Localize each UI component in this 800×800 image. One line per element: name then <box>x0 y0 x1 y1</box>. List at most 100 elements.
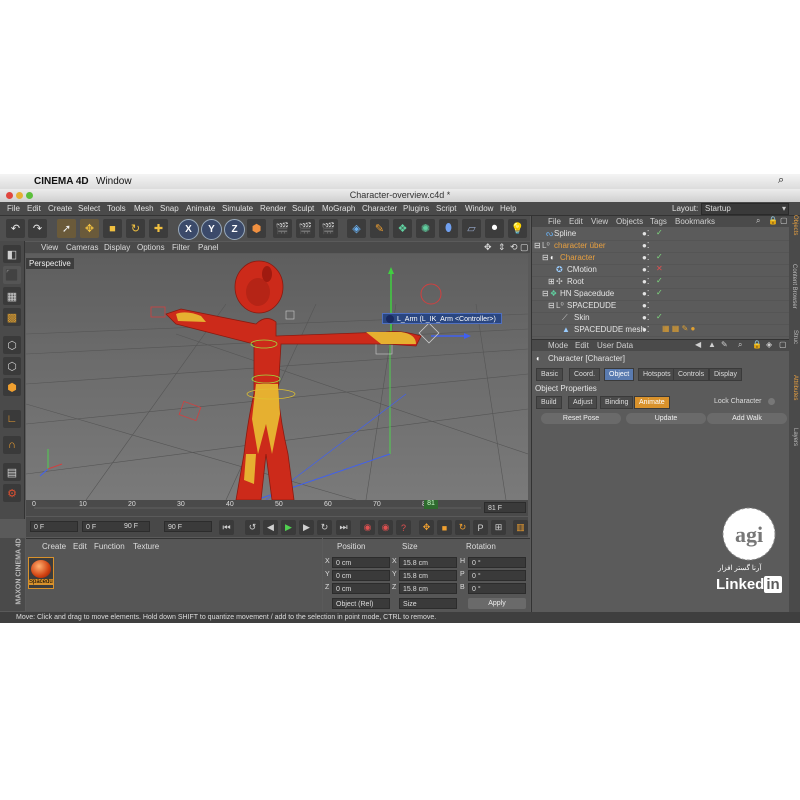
update-button[interactable]: Update <box>626 413 706 424</box>
back-arrow-icon[interactable]: ◀ <box>695 340 701 349</box>
vp-menu-view[interactable]: View <box>41 243 58 252</box>
zoom-icon[interactable] <box>26 192 33 199</box>
visibility-dots[interactable]: ●⁚ <box>642 277 649 286</box>
scale-icon[interactable]: ■ <box>103 219 122 238</box>
menu-mesh[interactable]: Mesh <box>134 204 154 213</box>
layout-select[interactable]: Startup ▾ <box>701 203 789 215</box>
menu-create[interactable]: Create <box>48 204 72 213</box>
snap-icon[interactable]: ∩ <box>3 436 21 454</box>
expand-icon[interactable]: ▢ <box>780 216 788 225</box>
tab-controls[interactable]: Controls <box>673 368 710 381</box>
cube-icon[interactable]: ◈ <box>347 219 366 238</box>
rot-p-field[interactable]: 0 ° <box>468 570 526 581</box>
current-frame-field[interactable]: 81 F <box>484 502 526 513</box>
light-icon[interactable]: 💡 <box>508 219 527 238</box>
menu-animate[interactable]: Animate <box>186 204 215 213</box>
size-y-field[interactable]: 15.8 cm <box>399 570 457 581</box>
expand-icon[interactable]: ▢ <box>779 340 787 349</box>
array-icon[interactable]: ✺ <box>416 219 435 238</box>
search-icon[interactable]: ⌕ <box>756 216 760 226</box>
window-menu[interactable]: Window <box>96 176 132 187</box>
material-swatch[interactable]: Spacedu <box>28 557 54 589</box>
collapse-icon[interactable]: ⊟ <box>542 289 549 298</box>
go-to-end-icon[interactable]: ⏭ <box>336 520 351 535</box>
visibility-dots[interactable]: ●⁚ <box>642 265 649 274</box>
pan-view-icon[interactable]: ✥ <box>484 242 492 253</box>
menu-script[interactable]: Script <box>436 204 456 213</box>
tab-basic[interactable]: Basic <box>536 368 564 381</box>
subtab-adjust[interactable]: Adjust <box>568 396 598 409</box>
key-scale-icon[interactable]: ■ <box>437 520 452 535</box>
collapse-icon[interactable]: ⊟ <box>534 241 541 250</box>
play-icon[interactable]: ▶ <box>281 520 296 535</box>
points-mode-icon[interactable]: ⬡ <box>3 336 21 354</box>
key-rotation-icon[interactable]: ↻ <box>455 520 470 535</box>
vp-menu-filter[interactable]: Filter <box>172 243 190 252</box>
attr-menu-user-data[interactable]: User Data <box>597 341 633 350</box>
menu-snap[interactable]: Snap <box>160 204 179 213</box>
record-icon[interactable]: ◉ <box>360 520 375 535</box>
go-to-prev-key-icon[interactable]: ↺ <box>245 520 260 535</box>
attr-menu-mode[interactable]: Mode <box>548 341 568 350</box>
tweak-icon[interactable]: ⚙ <box>3 484 21 502</box>
vp-menu-options[interactable]: Options <box>137 243 165 252</box>
rot-h-field[interactable]: 0 ° <box>468 557 526 568</box>
mat-menu-edit[interactable]: Edit <box>73 542 87 551</box>
tab-hotspots[interactable]: Hotspots <box>638 368 676 381</box>
tab-coord[interactable]: Coord. <box>569 368 601 381</box>
subdivision-icon[interactable]: ❖ <box>393 219 412 238</box>
sidetab-content-browser[interactable]: Content Browser <box>791 264 797 334</box>
keyframe-selection-icon[interactable]: ? <box>396 520 411 535</box>
model-mode-icon[interactable]: ⬛ <box>3 266 21 284</box>
workplane-icon[interactable]: ▩ <box>3 308 21 326</box>
menu-plugins[interactable]: Plugins <box>403 204 429 213</box>
visibility-dots[interactable]: ●⁚ <box>642 241 649 250</box>
obj-menu-bookmarks[interactable]: Bookmarks <box>675 217 715 226</box>
up-arrow-icon[interactable]: ▲ <box>708 340 716 349</box>
prev-frame-icon[interactable]: ◀ <box>263 520 278 535</box>
coordinate-system-icon[interactable]: ⬢ <box>247 219 266 238</box>
maximize-view-icon[interactable]: ▢ <box>520 242 529 253</box>
search-icon[interactable]: ⌕ <box>738 340 742 350</box>
menu-character[interactable]: Character <box>362 204 397 213</box>
visibility-dots[interactable]: ●⁚ <box>642 313 649 322</box>
sidetab-attributes[interactable]: Attributes <box>792 375 798 423</box>
rot-b-field[interactable]: 0 ° <box>468 583 526 594</box>
key-parameter-icon[interactable]: P <box>473 520 488 535</box>
playhead[interactable]: 81 <box>424 500 438 509</box>
add-walk-button[interactable]: Add Walk <box>707 413 787 424</box>
apply-button[interactable]: Apply <box>468 598 526 609</box>
size-mode-select[interactable]: Size <box>399 598 457 609</box>
live-selection-icon[interactable]: ➚ <box>57 219 76 238</box>
polygons-mode-icon[interactable]: ⬢ <box>3 378 21 396</box>
lock-icon[interactable]: 🔒 <box>768 216 778 225</box>
visibility-dots[interactable]: ●⁚ <box>642 289 649 298</box>
menu-simulate[interactable]: Simulate <box>222 204 253 213</box>
camera-icon[interactable]: ⏺ <box>485 219 504 238</box>
mat-menu-texture[interactable]: Texture <box>133 542 159 551</box>
workplane-grid-icon[interactable]: ▤ <box>3 463 21 481</box>
new-window-icon[interactable]: ◈ <box>766 340 772 349</box>
next-frame-icon[interactable]: ▶ <box>299 520 314 535</box>
render-view-icon[interactable]: 🎬 <box>273 219 292 238</box>
pos-z-field[interactable]: 0 cm <box>332 583 390 594</box>
object-row[interactable]: ▲ SPACEDUDE mesh ●⁚ ▦ ▦ ✎ ● <box>532 324 790 337</box>
enabled-check-icon[interactable]: ✓ <box>656 276 663 285</box>
menu-sculpt[interactable]: Sculpt <box>292 204 314 213</box>
tab-display[interactable]: Display <box>709 368 742 381</box>
menu-tools[interactable]: Tools <box>107 204 126 213</box>
timeline-ruler[interactable]: 0 10 20 30 40 50 60 70 80 81 81 F <box>26 500 528 516</box>
enabled-check-icon[interactable]: ✓ <box>656 288 663 297</box>
subtab-animate[interactable]: Animate <box>634 396 670 409</box>
menu-edit[interactable]: Edit <box>27 204 41 213</box>
obj-menu-edit[interactable]: Edit <box>569 217 583 226</box>
edit-icon[interactable]: ✎ <box>721 340 728 349</box>
rotate-icon[interactable]: ↻ <box>126 219 145 238</box>
visibility-dots[interactable]: ●⁚ <box>642 325 649 334</box>
perspective-viewport[interactable]: Perspective <box>26 254 528 500</box>
vp-menu-cameras[interactable]: Cameras <box>66 243 98 252</box>
autokey-icon[interactable]: ◉ <box>378 520 393 535</box>
undo-icon[interactable]: ↶ <box>6 219 25 238</box>
texture-mode-icon[interactable]: ▦ <box>3 287 21 305</box>
go-to-start-icon[interactable]: ⏮ <box>219 520 234 535</box>
